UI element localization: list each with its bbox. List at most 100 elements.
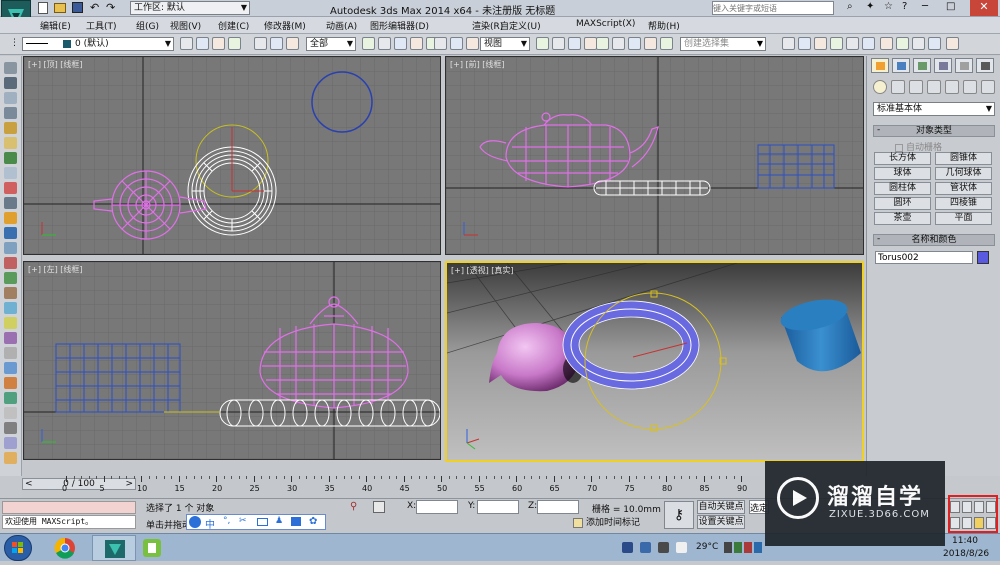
create-tab-icon[interactable] [871, 58, 889, 73]
select-object-icon[interactable] [254, 37, 267, 50]
new-file-icon[interactable] [38, 2, 48, 14]
menu-item[interactable]: 工具(T) [86, 19, 117, 32]
material-editor-icon[interactable] [798, 37, 811, 50]
select-by-name-icon[interactable] [270, 37, 283, 50]
teapot-icon[interactable] [4, 167, 17, 179]
menu-item[interactable]: 编辑(E) [40, 19, 71, 32]
x-coordinate-field[interactable] [416, 500, 458, 514]
reference-coordinate-dropdown[interactable]: 视图 ▼ [480, 37, 530, 51]
mirror-icon[interactable] [596, 37, 609, 50]
people-tray-icon[interactable] [640, 542, 651, 553]
category-dropdown[interactable]: 标准基本体 ▼ [873, 102, 995, 116]
viewport-front-label[interactable]: [+] [前] [线框] [450, 59, 505, 70]
graphite-ribbon-icon[interactable] [644, 37, 657, 50]
sogou-logo-icon[interactable] [189, 516, 201, 528]
clock-icon[interactable] [4, 407, 17, 419]
motion-tab-icon[interactable] [934, 58, 952, 73]
primitive-button[interactable]: 圆环 [874, 197, 931, 210]
primitive-button[interactable]: 圆柱体 [874, 182, 931, 195]
primitive-button[interactable]: 平面 [935, 212, 992, 225]
menu-item[interactable]: 修改器(M) [264, 19, 306, 32]
viewport-top[interactable]: [+] [顶] [线框] [23, 56, 441, 255]
open-file-icon[interactable] [54, 3, 66, 13]
tree-icon[interactable] [4, 152, 17, 164]
list-icon[interactable] [4, 107, 17, 119]
menu-item[interactable]: 组(G) [136, 19, 159, 32]
menu-item[interactable]: 动画(A) [326, 19, 357, 32]
snap-icon[interactable] [466, 37, 479, 50]
help-icon[interactable]: ? [902, 1, 907, 12]
layer-manager-icon[interactable] [628, 37, 641, 50]
leaf-icon[interactable] [4, 287, 17, 299]
shield-tray-icon[interactable] [658, 542, 669, 553]
pin-icon[interactable]: ✦ [866, 1, 874, 12]
utilities-tab-icon[interactable] [976, 58, 994, 73]
redo-icon[interactable]: ↷ [106, 1, 115, 14]
network-icon[interactable] [734, 542, 742, 553]
primitive-button[interactable]: 长方体 [874, 152, 931, 165]
binoculars-icon[interactable]: ⌕ [847, 1, 853, 12]
object-type-rollout-header[interactable]: - 对象类型 [873, 125, 995, 137]
select-by-name-icon[interactable] [946, 37, 959, 50]
set-key-button[interactable]: 设置关键点 [697, 515, 745, 529]
drop-icon[interactable] [4, 362, 17, 374]
curve-editor-icon[interactable] [660, 37, 673, 50]
gear-small-icon[interactable] [4, 257, 17, 269]
render-setup-icon[interactable] [814, 37, 827, 50]
menu-item[interactable]: MAXScript(X) [576, 19, 635, 29]
selection-filter-dropdown[interactable]: 全部 ▼ [306, 37, 356, 51]
flag-tray-icon[interactable] [744, 542, 752, 553]
punctuation-icon[interactable]: °, [223, 516, 230, 526]
lights-icon[interactable] [909, 80, 923, 94]
window-crossing-icon[interactable] [362, 37, 375, 50]
star-icon[interactable] [4, 212, 17, 224]
space-warp-icon[interactable] [4, 452, 17, 464]
primitive-button[interactable]: 圆锥体 [935, 152, 992, 165]
auto-key-button[interactable]: 自动关键点 [697, 500, 745, 514]
help-search-input[interactable] [712, 1, 834, 15]
modify-tab-icon[interactable] [892, 58, 910, 73]
shapes-icon[interactable] [891, 80, 905, 94]
undo-view-icon[interactable] [4, 62, 17, 74]
chrome-taskbar-icon[interactable] [48, 536, 82, 560]
display-tab-icon[interactable] [955, 58, 973, 73]
helpers-icon[interactable] [945, 80, 959, 94]
globe-icon[interactable] [4, 272, 17, 284]
y-coordinate-field[interactable] [477, 500, 519, 514]
app-tray-icon[interactable] [754, 542, 762, 553]
cone-icon[interactable] [4, 227, 17, 239]
unlink-icon[interactable] [880, 37, 893, 50]
close-icon[interactable]: ✕ [970, 0, 998, 16]
rect-selection-icon[interactable] [286, 37, 299, 50]
sun-icon[interactable] [4, 182, 17, 194]
workspace-dropdown[interactable]: 工作区: 默认 ▼ [130, 1, 250, 15]
grid-icon[interactable] [4, 332, 17, 344]
add-time-tag[interactable]: 添加时间标记 [573, 517, 659, 530]
schematic-view-icon[interactable] [782, 37, 795, 50]
user-tray-icon[interactable] [622, 542, 633, 553]
space-warps-icon[interactable] [963, 80, 977, 94]
sphere-icon[interactable] [4, 137, 17, 149]
cameras-icon[interactable] [927, 80, 941, 94]
app-taskbar-icon[interactable] [140, 535, 164, 561]
viewport-top-label[interactable]: [+] [顶] [线框] [28, 59, 83, 70]
helper-icon[interactable] [4, 437, 17, 449]
maxscript-listener[interactable]: 欢迎使用 MAXScript。 [2, 515, 136, 529]
star-icon[interactable]: ☆ [884, 1, 893, 12]
3dsmax-taskbar-icon[interactable] [92, 535, 136, 561]
bind-space-warp-icon[interactable] [212, 37, 225, 50]
lock-small-icon[interactable] [4, 392, 17, 404]
menu-item[interactable]: 图形编辑器(D) [370, 19, 429, 32]
primitive-button[interactable]: 管状体 [935, 182, 992, 195]
select-manipulate-icon[interactable] [434, 37, 447, 50]
scissors-icon[interactable]: ✂ [239, 516, 247, 526]
menu-item[interactable]: 自定义(U) [500, 19, 541, 32]
lock-icon[interactable]: ⚲ [350, 501, 357, 512]
menu-item[interactable]: 渲染(R) [472, 19, 503, 32]
chinese-mode-icon[interactable]: 中 [205, 516, 215, 531]
menu-item[interactable]: 视图(V) [170, 19, 201, 32]
named-selection-dropdown[interactable]: 创建选择集 ▼ [680, 37, 766, 51]
layer-icon[interactable] [4, 92, 17, 104]
rotate-icon[interactable] [394, 37, 407, 50]
object-color-swatch[interactable] [977, 251, 989, 264]
